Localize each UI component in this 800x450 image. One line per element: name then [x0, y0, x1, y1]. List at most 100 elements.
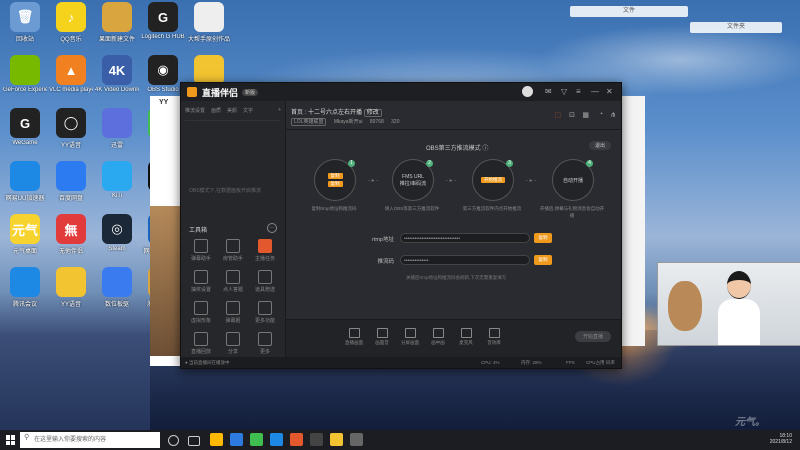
- live-companion-window[interactable]: 直播伴侣 新版 ✉ ▽ ≡ — ✕ 推流设置 画质 美颜 文字 + OBS模式下…: [180, 82, 622, 369]
- step-4: 4 自动开播: [552, 159, 594, 201]
- desktop-icon[interactable]: ▲ VLC media player: [49, 55, 93, 93]
- desktop-icon[interactable]: ◎ Steam: [95, 214, 139, 252]
- bottom-tool[interactable]: 直播画面: [344, 328, 364, 346]
- desktop-icon[interactable]: 果面新建文件: [95, 2, 139, 43]
- start-live-button[interactable]: 开始直播: [574, 331, 611, 342]
- app-icon: [102, 267, 132, 297]
- live-companion-taskbar-icon[interactable]: [290, 433, 303, 446]
- wechat-icon[interactable]: [250, 433, 263, 446]
- tool-item[interactable]: 点人答题: [217, 270, 249, 293]
- tool-item[interactable]: 虚拟形象: [185, 301, 217, 324]
- desktop-icon[interactable]: 大帮手原创作品: [187, 2, 231, 43]
- step-number: 3: [506, 160, 513, 167]
- category-badge[interactable]: LOL英雄联盟: [291, 118, 327, 126]
- tab-quality[interactable]: 画质: [211, 107, 221, 114]
- tool-item[interactable]: 分享: [217, 332, 249, 355]
- tool-item[interactable]: 道具赠送: [249, 270, 281, 293]
- copy-button[interactable]: 复制: [327, 181, 343, 187]
- desktop-icon[interactable]: ◯ YY语音: [49, 108, 93, 149]
- gift-icon[interactable]: ⬚: [554, 111, 561, 119]
- toolbox-more-icon[interactable]: ···: [267, 223, 277, 233]
- desktop-icon-label: GeForce Experience: [3, 87, 47, 93]
- tool-item[interactable]: 更多功能: [249, 301, 281, 324]
- rtmp-field[interactable]: ••••••••••••••••••••••••••••••••: [400, 233, 530, 243]
- desktop-icon[interactable]: 🗑 回收站: [3, 2, 47, 43]
- minimize-icon[interactable]: —: [591, 87, 599, 96]
- tool-item[interactable]: 主播任务: [249, 239, 281, 262]
- step-number: 2: [426, 160, 433, 167]
- desktop-icon[interactable]: G WeGame: [3, 108, 47, 146]
- obs-taskbar-icon[interactable]: [310, 433, 323, 446]
- room-id: 89768: [369, 119, 384, 125]
- desktop-icon[interactable]: KiTi: [95, 161, 139, 199]
- windows-start-icon[interactable]: [6, 435, 16, 445]
- tool-item[interactable]: 更多: [249, 332, 281, 355]
- task-view-icon[interactable]: [188, 436, 200, 446]
- desktop-icon[interactable]: 百度网盘: [49, 161, 93, 202]
- desktop-icon[interactable]: 数位板驱: [95, 267, 139, 308]
- desktop-icon[interactable]: ♪ QQ音乐: [49, 2, 93, 43]
- desktop-icon-label: 百度网盘: [58, 196, 83, 202]
- desktop-icon[interactable]: 元气 元气桌面: [3, 214, 47, 255]
- tool-item[interactable]: 抽奖设置: [185, 270, 217, 293]
- bottom-tool[interactable]: 麦克风: [456, 328, 476, 346]
- tool-item[interactable]: 房管助手: [217, 239, 249, 262]
- shirt-icon[interactable]: ▽: [561, 87, 567, 96]
- tool-item[interactable]: 弹幕助手: [185, 239, 217, 262]
- lock-icon[interactable]: ⊡: [569, 111, 575, 119]
- bottom-tool[interactable]: 画中画: [428, 328, 448, 346]
- copy-button[interactable]: 复制: [327, 173, 343, 179]
- tool-item[interactable]: 弹幕姬: [217, 301, 249, 324]
- explorer-icon[interactable]: [210, 433, 223, 446]
- bottom-tool[interactable]: 音效库: [484, 328, 504, 346]
- edge-icon[interactable]: [230, 433, 243, 446]
- desktop-icon[interactable]: 网易UU加速器: [3, 161, 47, 202]
- tab-text[interactable]: 文字: [243, 107, 253, 114]
- grid-icon[interactable]: ▦: [582, 111, 589, 119]
- desktop-icon[interactable]: 腾讯会议: [3, 267, 47, 308]
- cortana-icon[interactable]: [168, 435, 179, 446]
- desktop-icon[interactable]: GeForce Experience: [3, 55, 47, 93]
- title-bar[interactable]: 直播伴侣 新版 ✉ ▽ ≡ — ✕: [181, 83, 621, 101]
- tool-label: 更多: [259, 349, 270, 355]
- watermark: 元气。: [735, 417, 765, 428]
- desktop-icon[interactable]: ◉ OBS Studio: [141, 55, 185, 93]
- avatar[interactable]: [522, 86, 533, 97]
- desktop-icon[interactable]: 4K 4K Video Downloader: [95, 55, 139, 93]
- bottom-tool[interactable]: 分屏画面: [400, 328, 420, 346]
- top-folder-box[interactable]: 文件夹: [690, 22, 782, 33]
- start-push-button[interactable]: 开始推流: [481, 177, 505, 183]
- top-file-box[interactable]: 文件: [570, 6, 688, 17]
- yy-taskbar-icon[interactable]: [330, 433, 343, 446]
- version-badge[interactable]: 新版: [242, 88, 259, 96]
- bell-icon[interactable]: ◔: [599, 111, 603, 118]
- copy-rtmp-button[interactable]: 复制: [534, 233, 552, 243]
- tool-item[interactable]: 直播回放: [185, 332, 217, 355]
- edit-title-button[interactable]: 修改: [363, 109, 382, 117]
- share-icon[interactable]: ⋔: [610, 111, 616, 119]
- bottom-tool[interactable]: 画面音: [372, 328, 392, 346]
- add-icon[interactable]: +: [278, 107, 281, 114]
- menu-icon[interactable]: ≡: [576, 87, 581, 96]
- message-icon[interactable]: ✉: [545, 87, 552, 96]
- close-icon[interactable]: ✕: [606, 87, 613, 96]
- desktop-icon[interactable]: YY语音: [49, 267, 93, 308]
- arrow-icon: - ▸ -: [368, 178, 379, 184]
- tab-stream-settings[interactable]: 推流设置: [185, 107, 205, 114]
- key-field[interactable]: ••••••••••••••: [400, 255, 530, 265]
- chrome-icon[interactable]: [270, 433, 283, 446]
- copy-key-button[interactable]: 复制: [534, 255, 552, 265]
- side-chat-panel[interactable]: [620, 96, 645, 346]
- yy-window-strip[interactable]: YY: [150, 96, 180, 366]
- taskbar-search-input[interactable]: 在这里输入你要搜索的内容: [20, 432, 160, 448]
- system-clock[interactable]: 18:10 2021/8/12: [770, 433, 792, 445]
- help-icon[interactable]: ⓘ: [482, 146, 488, 152]
- exit-button[interactable]: 退出: [588, 141, 611, 150]
- app-taskbar-icon[interactable]: [350, 433, 363, 446]
- desktop-icon[interactable]: 無无他伴侣: [49, 214, 93, 255]
- desktop-icon[interactable]: G Logitech G HUB: [141, 2, 185, 40]
- desktop-icon[interactable]: 迅雷: [95, 108, 139, 149]
- desktop-icon-label: YY语音: [60, 143, 81, 149]
- app-icon: [10, 55, 40, 85]
- tab-beauty[interactable]: 美颜: [227, 107, 237, 114]
